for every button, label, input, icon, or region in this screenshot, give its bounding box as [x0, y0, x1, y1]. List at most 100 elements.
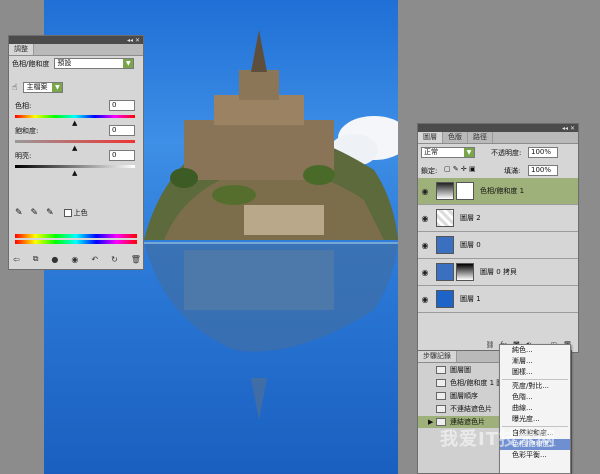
menu-item[interactable]: 色階...	[500, 392, 570, 403]
hue-slider-handle[interactable]: ▲	[72, 119, 77, 127]
adjust-mode-label: 色相/飽和度	[12, 59, 50, 68]
layer-name: 圖層 0 拷貝	[480, 268, 517, 276]
layers-panel: ◂◂ ✕ 圖層 色版 路徑 正常 ▼ 不透明度: 100% 鎖定: ▢ ✎ ✛ …	[417, 123, 579, 353]
colorize-checkbox[interactable]	[63, 209, 72, 217]
hue-label: 色相:	[15, 102, 32, 110]
history-label: 不連結遮色片	[450, 405, 492, 413]
menu-item[interactable]: 純色...	[500, 345, 570, 356]
eye-icon[interactable]: ◉	[418, 187, 432, 196]
eyedropper-plus-icon[interactable]: ✎	[31, 208, 39, 218]
hand-tool-icon[interactable]: ☝	[12, 83, 17, 93]
adjustment-layer-menu: 純色... 漸層... 圖樣... 亮度/對比... 色階... 曲線... 曝…	[499, 344, 571, 474]
menu-separator	[502, 379, 568, 380]
lightness-input[interactable]: 0	[109, 150, 135, 161]
eye-icon[interactable]: ◉	[418, 214, 432, 223]
undo-icon[interactable]: ↶	[91, 255, 98, 264]
layer-name: 色相/飽和度 1	[480, 187, 525, 195]
history-label: 色相/飽和度 1 圖	[450, 379, 504, 387]
input-spectrum	[15, 234, 137, 238]
lightness-label: 明亮:	[15, 152, 32, 160]
output-spectrum	[15, 240, 137, 244]
channel-select[interactable]: 主檔案 ▼	[23, 82, 64, 93]
tab-history[interactable]: 步驟記錄	[418, 351, 457, 362]
chevron-down-icon: ▼	[464, 148, 474, 157]
adjustment-thumb	[436, 182, 454, 200]
layers-list: ◉ 色相/飽和度 1 ◉ 圖層 2 ◉ 圖層 0 ◉ 圖層 0 拷貝 ◉ 圖層 …	[418, 178, 578, 318]
preset-select[interactable]: 預設 ▼	[54, 58, 135, 69]
menu-item[interactable]: 曝光度...	[500, 414, 570, 425]
saturation-slider-handle[interactable]: ▲	[72, 144, 77, 152]
blend-mode-select[interactable]: 正常 ▼	[421, 147, 475, 158]
history-step-icon	[436, 392, 446, 400]
eye-icon[interactable]: ◉	[418, 241, 432, 250]
eyedropper-minus-icon[interactable]: ✎	[46, 208, 54, 218]
layers-tabs: 圖層 色版 路徑	[418, 132, 578, 144]
fill-label: 填滿:	[504, 167, 521, 175]
layer-name: 圖層 2	[460, 214, 481, 222]
watermark: 我爱IT技术网	[440, 429, 556, 450]
opacity-input[interactable]: 100%	[528, 147, 558, 158]
layer-thumb	[436, 209, 454, 227]
layer-thumb	[436, 263, 454, 281]
eyedropper-icon[interactable]: ✎	[15, 208, 23, 218]
tab-adjust[interactable]: 調整	[9, 44, 34, 55]
view-icon[interactable]: ⧉	[33, 254, 39, 264]
layer-thumb	[436, 236, 454, 254]
fill-input[interactable]: 100%	[528, 165, 558, 176]
layer-name: 圖層 0	[460, 241, 481, 249]
opacity-label: 不透明度:	[491, 149, 522, 157]
mask-thumb	[456, 182, 474, 200]
trash-icon[interactable]: 🗑	[131, 255, 141, 264]
saturation-input[interactable]: 0	[109, 125, 135, 136]
tab-layers[interactable]: 圖層	[418, 132, 443, 143]
collapse-icon[interactable]: ◂◂ ✕	[127, 37, 140, 44]
panel-grip[interactable]: ◂◂ ✕	[418, 124, 578, 132]
adjust-tabs: 調整	[9, 44, 143, 56]
menu-item[interactable]: 亮度/對比...	[500, 381, 570, 392]
preset-value: 預設	[57, 59, 72, 67]
panel-grip[interactable]: ◂◂ ✕	[9, 36, 143, 44]
layer-name: 圖層 1	[460, 295, 481, 303]
clip-icon[interactable]: ●	[51, 255, 58, 264]
layer-row[interactable]: ◉ 圖層 2	[418, 205, 578, 232]
reset-icon[interactable]: ↻	[111, 255, 118, 264]
lightness-slider-handle[interactable]: ▲	[72, 169, 77, 177]
history-step-icon	[436, 405, 446, 413]
adjustments-panel: ◂◂ ✕ 調整 色相/飽和度 預設 ▼ ☝ 主檔案 ▼ 色相: 0 ▲ 飽和度:…	[8, 35, 144, 270]
link-icon[interactable]: ⛓	[485, 341, 494, 349]
blend-mode-value: 正常	[424, 148, 438, 156]
layer-row[interactable]: ◉ 圖層 0 拷貝	[418, 259, 578, 286]
menu-item[interactable]: 色彩平衡...	[500, 450, 570, 461]
layer-row[interactable]: ◉ 圖層 1	[418, 286, 578, 313]
colorize-label: 上色	[73, 209, 88, 217]
menu-item[interactable]: 曲線...	[500, 403, 570, 414]
lock-label: 鎖定:	[421, 167, 438, 175]
layer-row[interactable]: ◉ 圖層 0	[418, 232, 578, 259]
mask-thumb	[456, 263, 474, 281]
return-icon[interactable]: ⇦	[13, 255, 20, 264]
channel-value: 主檔案	[26, 83, 48, 91]
hue-spectrum	[15, 115, 135, 118]
chevron-down-icon: ▼	[52, 83, 63, 92]
history-label: 圖層圖	[450, 366, 471, 374]
lightness-track	[15, 165, 135, 168]
lock-icons[interactable]: ▢ ✎ ✛ ▣	[444, 165, 476, 173]
eye-icon[interactable]: ◉	[418, 295, 432, 304]
history-step-icon	[436, 366, 446, 374]
history-label: 圖層順序	[450, 392, 478, 400]
saturation-track	[15, 140, 135, 143]
layer-row[interactable]: ◉ 色相/飽和度 1	[418, 178, 578, 205]
history-current-icon: ▶	[428, 418, 434, 426]
history-step-icon	[436, 379, 446, 387]
saturation-label: 飽和度:	[15, 127, 39, 135]
tab-paths[interactable]: 路徑	[468, 132, 493, 143]
eye-icon[interactable]: ◉	[418, 268, 432, 277]
menu-item[interactable]: 圖樣...	[500, 367, 570, 378]
hue-input[interactable]: 0	[109, 100, 135, 111]
chevron-down-icon: ▼	[123, 59, 134, 68]
menu-item[interactable]: 漸層...	[500, 356, 570, 367]
collapse-icon[interactable]: ◂◂ ✕	[562, 125, 575, 132]
eye-icon[interactable]: ◉	[71, 255, 78, 264]
layer-thumb	[436, 290, 454, 308]
tab-channels[interactable]: 色版	[443, 132, 468, 143]
